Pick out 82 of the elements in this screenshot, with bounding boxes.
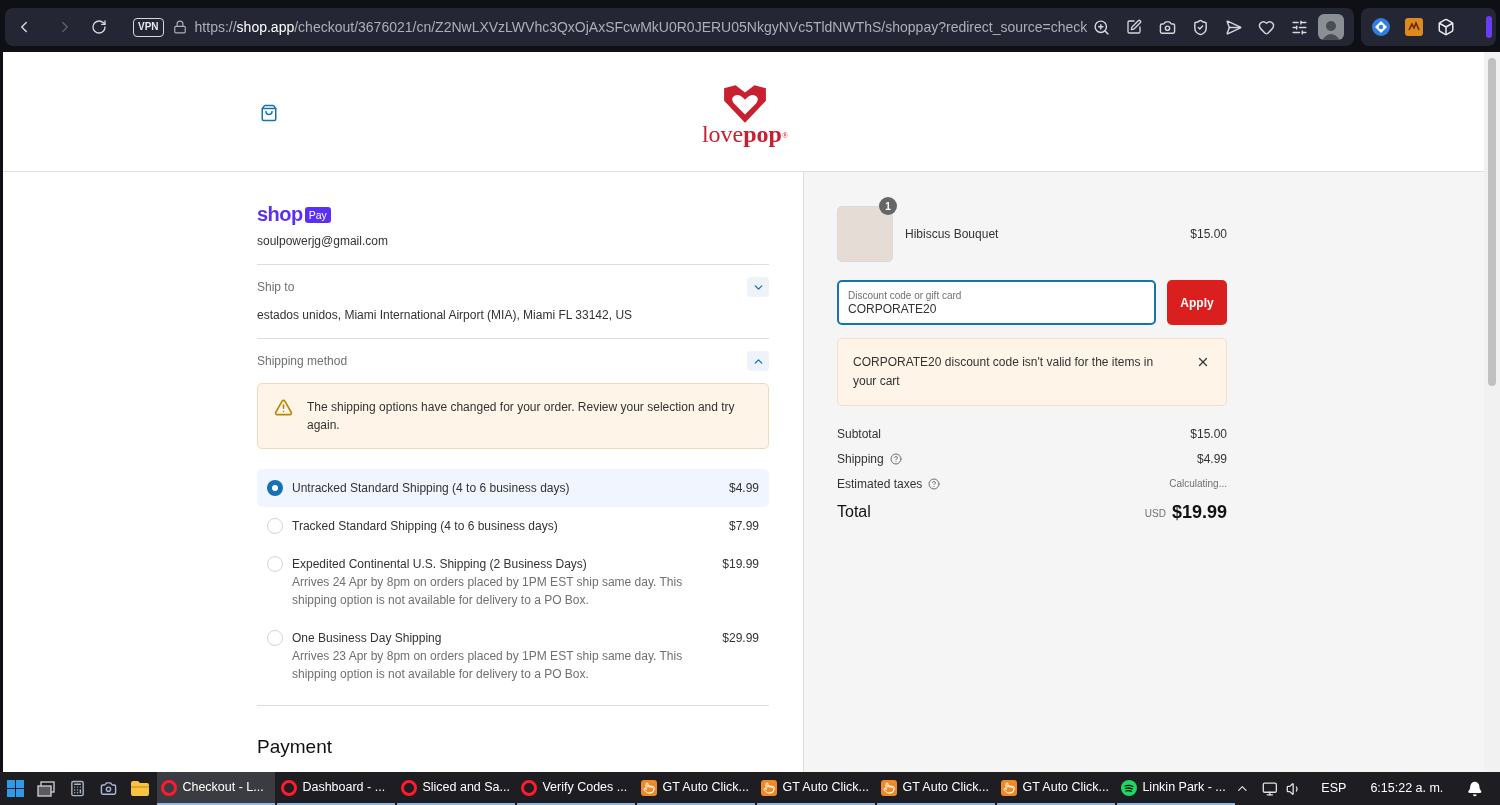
- total-amount: $19.99: [1171, 501, 1227, 523]
- option-name: One Business Day Shipping: [292, 630, 442, 647]
- shipping-address: estados unidos, Miami International Airport (MIA), Miami FL 33142, US: [257, 307, 633, 323]
- option-note: Arrives 24 Apr by 8pm on orders placed by 1PM EST ship same day. This shipping option is not available for delivery to a PO Box.: [292, 574, 684, 609]
- system-clock[interactable]: 6:15:22 a. m.: [1370, 779, 1444, 798]
- option-price: $4.99: [728, 480, 759, 497]
- notification-bell-icon[interactable]: [1467, 780, 1483, 797]
- taskbar-app[interactable]: GT Auto Click...: [637, 772, 756, 805]
- close-icon[interactable]: [1196, 355, 1210, 369]
- ring-icon: [401, 779, 418, 796]
- radio-button[interactable]: [267, 518, 283, 534]
- option-price: $29.99: [722, 630, 759, 647]
- shop-wordmark: shop: [257, 204, 303, 224]
- shipping-option[interactable]: Untracked Standard Shipping (4 to 6 business days) $4.99: [257, 469, 769, 507]
- scrollbar-thumb[interactable]: [1488, 58, 1496, 386]
- taskbar-app[interactable]: GT Auto Click...: [877, 772, 996, 805]
- summary-label: Estimated taxes: [837, 475, 923, 492]
- currency-code: USD: [1144, 507, 1166, 521]
- ring-icon: [161, 779, 178, 796]
- logo-wordmark: lovepop$^{®}$: [701, 121, 789, 146]
- product-price: $15.00: [1190, 226, 1227, 242]
- warning-icon: [274, 398, 293, 417]
- hand-pointer-icon: [641, 779, 658, 796]
- radio-button[interactable]: [267, 480, 283, 496]
- option-name: Untracked Standard Shipping (4 to 6 business days): [292, 480, 570, 497]
- help-icon[interactable]: [889, 452, 902, 465]
- heart-logo-icon: [722, 83, 768, 124]
- shopping-bag-icon[interactable]: [260, 104, 278, 122]
- taskbar-app[interactable]: Sliced and Sa...: [397, 772, 516, 805]
- taskbar-app[interactable]: Verify Codes ...: [517, 772, 636, 805]
- pay-badge: Pay: [304, 207, 331, 223]
- reload-icon[interactable]: [91, 19, 107, 35]
- shipping-option[interactable]: Expedited Continental U.S. Shipping (2 Business Days) Arrives 24 Apr by 8pm on orders placed by 1PM EST ship same day. This shipping option is not available for delivery to a PO Box. $19.99: [257, 545, 769, 619]
- hand-pointer-icon: [761, 779, 778, 796]
- network-monitor-icon[interactable]: [1262, 780, 1278, 797]
- summary-label: Shipping: [837, 450, 884, 467]
- collapse-button[interactable]: [747, 351, 769, 371]
- summary-value: Calculating...: [1169, 476, 1227, 491]
- account-email: soulpowerjg@gmail.com: [257, 233, 388, 249]
- summary-label: Subtotal: [837, 425, 882, 442]
- summary-value: $15.00: [1190, 425, 1227, 442]
- cube-icon[interactable]: [1437, 18, 1456, 36]
- expand-button[interactable]: [747, 277, 769, 297]
- radio-button[interactable]: [267, 556, 283, 572]
- taskbar-app[interactable]: GT Auto Click...: [757, 772, 876, 805]
- avatar-icon[interactable]: [1318, 14, 1345, 40]
- taskbar-app[interactable]: GT Auto Click...: [997, 772, 1116, 805]
- payment-heading: Payment: [257, 735, 332, 759]
- section-label: Shipping method: [257, 353, 348, 369]
- section-label: Ship to: [257, 279, 295, 295]
- hand-pointer-icon: [1001, 779, 1018, 796]
- option-name: Tracked Standard Shipping (4 to 6 business days): [292, 518, 558, 535]
- total-label: Total: [837, 502, 871, 522]
- help-icon[interactable]: [928, 477, 941, 490]
- option-name: Expedited Continental U.S. Shipping (2 Business Days): [292, 556, 587, 573]
- discount-code-field[interactable]: Discount code or gift card CORPORATE20: [837, 280, 1156, 325]
- diamond-circle-icon[interactable]: [1371, 17, 1392, 37]
- hand-pointer-icon: [881, 779, 898, 796]
- summary-value: $4.99: [1196, 450, 1227, 467]
- zigzag-tile-icon[interactable]: [1405, 18, 1424, 36]
- radio-button[interactable]: [267, 630, 283, 646]
- product-name: Hibiscus Bouquet: [905, 226, 1000, 242]
- sound-waves-circle-icon: [1121, 779, 1138, 796]
- option-price: $7.99: [728, 518, 759, 535]
- warning-message: The shipping options have changed for your order. Review your selection and try again.: [307, 399, 736, 434]
- lock-icon[interactable]: [172, 20, 187, 34]
- error-message: CORPORATE20 discount code isn't valid for the items in your cart: [853, 354, 1155, 390]
- sidebar-bar-icon[interactable]: [1486, 16, 1492, 38]
- quantity-badge: 1: [879, 197, 897, 215]
- language-indicator[interactable]: ESP: [1321, 779, 1347, 798]
- url-field[interactable]: https://shop.app/checkout/3676021/cn/Z2NwLXVzLWVhc3QxOjAxSFcwMkU0R0JERU05NkgyNVc5TldNWThS/shoppay?redirect_source=check: [194, 16, 1088, 38]
- shipping-option[interactable]: Tracked Standard Shipping (4 to 6 business days) $7.99: [257, 507, 769, 545]
- ring-icon: [521, 779, 538, 796]
- shipping-option[interactable]: One Business Day Shipping Arrives 23 Apr by 8pm on orders placed by 1PM EST ship same day. This shipping option is not available for delivery to a PO Box. $29.99: [257, 619, 769, 693]
- ring-icon: [281, 779, 298, 796]
- taskbar-app[interactable]: Linkin Park - ...: [1117, 772, 1236, 805]
- vpn-badge[interactable]: VPN: [133, 17, 164, 37]
- taskbar-app[interactable]: Checkout - L...: [157, 772, 276, 805]
- taskbar-app[interactable]: Dashboard - ...: [277, 772, 396, 805]
- option-note: Arrives 23 Apr by 8pm on orders placed by 1PM EST ship same day. This shipping option is not available for delivery to a PO Box.: [292, 648, 684, 683]
- apply-button[interactable]: Apply: [1167, 280, 1227, 325]
- option-price: $19.99: [722, 556, 759, 573]
